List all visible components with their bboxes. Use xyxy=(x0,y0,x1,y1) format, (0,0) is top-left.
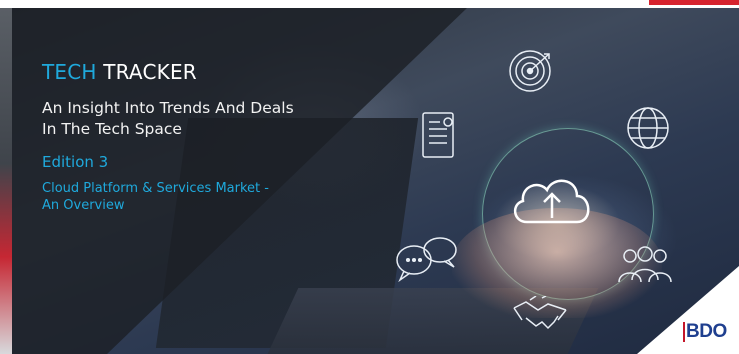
cloud-upload-icon xyxy=(507,168,597,232)
top-red-accent xyxy=(649,0,739,5)
left-edge-strip xyxy=(0,8,12,354)
handshake-icon xyxy=(512,296,568,334)
people-group-icon xyxy=(616,244,674,286)
banner-title: TECH TRACKER xyxy=(42,60,197,84)
target-icon xyxy=(507,48,553,94)
globe-icon xyxy=(624,104,672,152)
top-strip xyxy=(0,0,739,8)
chat-bubbles-icon xyxy=(394,234,460,284)
logo-red-bar xyxy=(683,322,685,342)
banner-subtitle: An Insight Into Trends And Deals In The … xyxy=(42,99,294,138)
topic-label: Cloud Platform & Services Market - An Ov… xyxy=(42,181,269,213)
tech-tracker-banner: TECH TRACKER An Insight Into Trends And … xyxy=(12,8,739,354)
title-main-word: TRACKER xyxy=(96,60,197,84)
logo-text: BDO xyxy=(686,321,727,342)
edition-label: Edition 3 xyxy=(42,153,109,171)
document-icon xyxy=(420,110,460,162)
bdo-logo: BDO xyxy=(683,320,737,344)
title-accent-word: TECH xyxy=(42,60,97,84)
